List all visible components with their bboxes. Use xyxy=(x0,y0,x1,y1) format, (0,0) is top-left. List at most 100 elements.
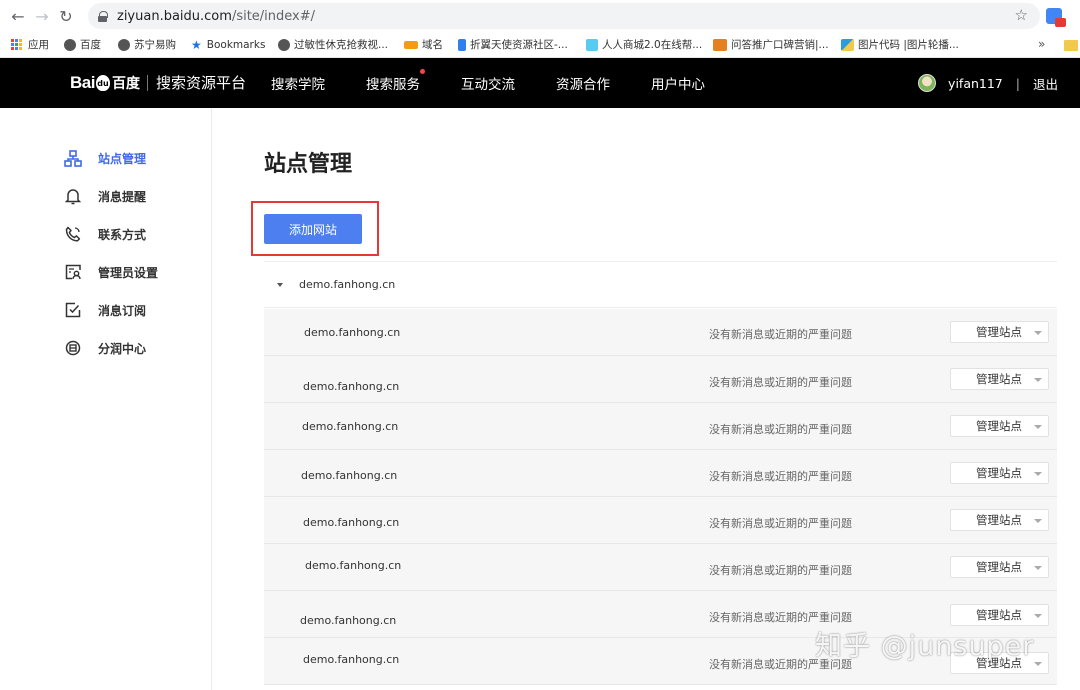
site-domain[interactable]: demo.fanhong.cn xyxy=(305,559,401,572)
url-host: ziyuan.baidu.com xyxy=(117,8,232,24)
back-arrow-icon[interactable]: ← xyxy=(6,4,30,28)
manage-site-dropdown[interactable]: 管理站点 xyxy=(950,509,1049,531)
site-domain[interactable]: demo.fanhong.cn xyxy=(304,326,400,339)
admin-card-icon xyxy=(64,263,82,281)
bookmark-shock-video[interactable]: 过敏性休克抢救视... xyxy=(278,32,388,58)
table-row: demo.fanhong.cn 没有新消息或近期的严重问题 管理站点 xyxy=(264,450,1057,497)
site-domain[interactable]: demo.fanhong.cn xyxy=(303,653,399,666)
site-favicon-icon xyxy=(713,38,727,51)
globe-icon xyxy=(64,38,76,51)
username[interactable]: yifan117 xyxy=(948,76,1003,91)
site-status: 没有新消息或近期的严重问题 xyxy=(709,517,852,530)
chevron-down-icon xyxy=(1034,662,1042,666)
sidebar-item-contact[interactable]: 联系方式 xyxy=(64,224,146,244)
watermark: 知乎 @junsuper xyxy=(815,631,1035,662)
site-domain[interactable]: demo.fanhong.cn xyxy=(301,469,397,482)
nav-search-service[interactable]: 搜索服务 xyxy=(366,69,425,93)
sidebar-item-admin-settings[interactable]: 管理员设置 xyxy=(64,262,158,282)
site-domain[interactable]: demo.fanhong.cn xyxy=(302,420,398,433)
apps-grid-icon xyxy=(11,38,23,51)
chevron-down-icon xyxy=(1034,614,1042,618)
platform-name: 搜索资源平台 xyxy=(155,74,246,92)
manage-site-dropdown[interactable]: 管理站点 xyxy=(950,321,1049,343)
sidebar-item-site-management[interactable]: 站点管理 xyxy=(64,148,146,168)
chevron-down-icon xyxy=(1034,378,1042,382)
bookmark-domain[interactable]: 域名 xyxy=(404,32,443,58)
notification-dot xyxy=(420,69,425,74)
star-icon: ★ xyxy=(191,37,202,52)
logout-link[interactable]: 退出 xyxy=(1033,74,1058,93)
nav-search-academy[interactable]: 搜索学院 xyxy=(271,73,325,93)
site-favicon-icon xyxy=(841,38,854,51)
site-domain[interactable]: demo.fanhong.cn xyxy=(303,380,399,393)
phone-icon xyxy=(64,225,82,243)
site-favicon-icon xyxy=(404,40,418,49)
table-row: demo.fanhong.cn 没有新消息或近期的严重问题 管理站点 xyxy=(264,497,1057,544)
bookmark-angel-community[interactable]: 折翼天使资源社区-... xyxy=(458,32,568,58)
folder-icon[interactable] xyxy=(1064,40,1078,51)
manage-site-dropdown[interactable]: 管理站点 xyxy=(950,604,1049,626)
table-row: demo.fanhong.cn 没有新消息或近期的严重问题 管理站点 xyxy=(264,309,1057,356)
bookmark-qa-marketing[interactable]: 问答推广口碑营销|... xyxy=(713,32,829,58)
globe-icon xyxy=(278,38,290,51)
chevron-down-icon xyxy=(1034,331,1042,335)
bookmark-star-icon[interactable]: ☆ xyxy=(1015,6,1028,24)
bookmark-bookmarks[interactable]: ★ Bookmarks xyxy=(191,32,265,58)
sidebar-item-message-alerts[interactable]: 消息提醒 xyxy=(64,186,146,206)
forward-arrow-icon[interactable]: → xyxy=(30,4,54,28)
group-domain: demo.fanhong.cn xyxy=(299,278,396,291)
table-row: demo.fanhong.cn 没有新消息或近期的严重问题 管理站点 xyxy=(264,356,1057,403)
manage-site-dropdown[interactable]: 管理站点 xyxy=(950,462,1049,484)
site-favicon-icon xyxy=(458,38,466,51)
sidebar: 站点管理 消息提醒 联系方式 管理员设置 消息订阅 分润中心 xyxy=(0,108,212,690)
bookmarks-overflow[interactable]: » xyxy=(1038,37,1045,51)
bell-icon xyxy=(64,187,82,205)
table-row: demo.fanhong.cn 没有新消息或近期的严重问题 管理站点 xyxy=(264,544,1057,591)
share-profit-icon xyxy=(64,339,82,357)
add-site-button[interactable]: 添加网站 xyxy=(264,214,362,244)
site-status: 没有新消息或近期的严重问题 xyxy=(709,564,852,577)
translate-extension-icon[interactable] xyxy=(1046,8,1066,27)
site-header: Bai du 百度 搜索资源平台 搜索学院 搜索服务 互动交流 资源合作 用户中… xyxy=(0,58,1080,108)
globe-icon xyxy=(118,38,130,51)
site-favicon-icon xyxy=(586,38,598,51)
bookmark-image-code[interactable]: 图片代码 |图片轮播... xyxy=(841,32,959,58)
bookmark-suning[interactable]: 苏宁易购 xyxy=(118,32,176,58)
bookmark-apps[interactable]: 应用 xyxy=(11,32,49,58)
caret-down-icon[interactable] xyxy=(277,282,283,287)
bookmark-baidu[interactable]: 百度 xyxy=(64,32,101,58)
site-status: 没有新消息或近期的严重问题 xyxy=(709,423,852,436)
page-title: 站点管理 xyxy=(264,152,353,177)
site-status: 没有新消息或近期的严重问题 xyxy=(709,376,852,389)
url-path: /site/index#/ xyxy=(231,8,316,24)
nav-resource-cooperation[interactable]: 资源合作 xyxy=(556,73,610,93)
reload-icon[interactable]: ↻ xyxy=(54,4,78,28)
manage-site-dropdown[interactable]: 管理站点 xyxy=(950,415,1049,437)
chevron-down-icon xyxy=(1034,425,1042,429)
nav-user-center[interactable]: 用户中心 xyxy=(651,73,705,93)
chevron-down-icon xyxy=(1034,472,1042,476)
browser-toolbar: ← → ↻ ziyuan.baidu.com /site/index#/ ☆ xyxy=(0,0,1080,32)
manage-site-dropdown[interactable]: 管理站点 xyxy=(950,368,1049,390)
chevron-down-icon xyxy=(1034,519,1042,523)
site-status: 没有新消息或近期的严重问题 xyxy=(709,611,852,624)
site-status: 没有新消息或近期的严重问题 xyxy=(709,470,852,483)
user-area: yifan117 | 退出 xyxy=(918,58,1058,108)
sitemap-icon xyxy=(64,149,82,167)
subscribe-check-icon xyxy=(64,301,82,319)
sidebar-item-message-subscription[interactable]: 消息订阅 xyxy=(64,300,146,320)
address-bar[interactable]: ziyuan.baidu.com /site/index#/ ☆ xyxy=(88,3,1040,29)
paw-icon: du xyxy=(95,74,110,91)
manage-site-dropdown[interactable]: 管理站点 xyxy=(950,556,1049,578)
avatar[interactable] xyxy=(918,74,937,92)
top-nav: 搜索学院 搜索服务 互动交流 资源合作 用户中心 xyxy=(271,58,746,108)
site-domain[interactable]: demo.fanhong.cn xyxy=(303,516,399,529)
nav-interaction[interactable]: 互动交流 xyxy=(461,73,515,93)
baidu-logo[interactable]: Bai du 百度 搜索资源平台 xyxy=(70,72,246,93)
bookmark-renren-mall[interactable]: 人人商城2.0在线帮... xyxy=(586,32,702,58)
site-status: 没有新消息或近期的严重问题 xyxy=(709,328,852,341)
site-domain[interactable]: demo.fanhong.cn xyxy=(300,614,396,627)
sidebar-item-profit-center[interactable]: 分润中心 xyxy=(64,338,146,358)
site-group-header[interactable]: demo.fanhong.cn xyxy=(264,261,1057,308)
table-row: demo.fanhong.cn 没有新消息或近期的严重问题 管理站点 xyxy=(264,403,1057,450)
